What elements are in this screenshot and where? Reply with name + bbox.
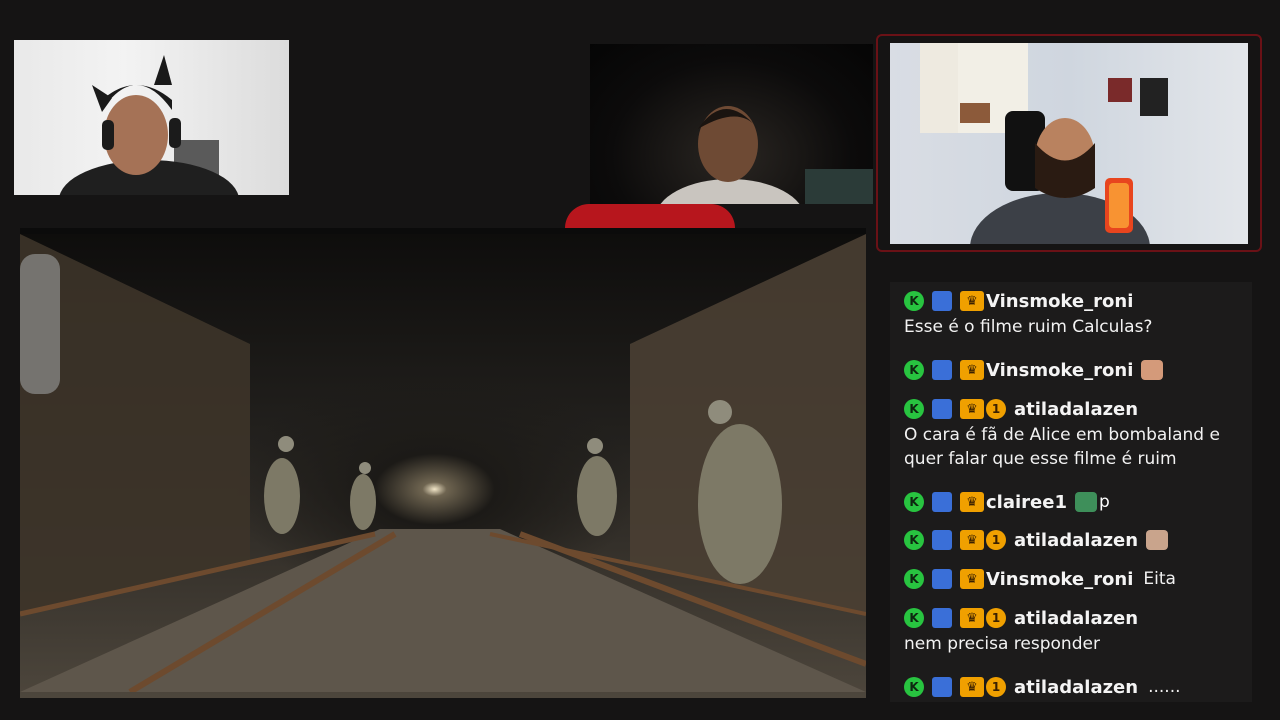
chat-username[interactable]: Vinsmoke_roni [986, 569, 1133, 590]
crown-badge-icon: ♛ [960, 677, 984, 697]
crown-badge-icon: ♛ [960, 569, 984, 589]
chat-text: ...... [1148, 677, 1181, 697]
chat-text: quer falar que esse filme é ruim [904, 449, 1177, 469]
tier-one-badge-icon: 1 [986, 399, 1006, 419]
chat-username[interactable]: atiladalazen [1014, 608, 1138, 629]
chat-text: nem precisa responder [904, 634, 1100, 654]
chat-panel: K ♛ Vinsmoke_roni Esse é o filme ruim Ca… [890, 282, 1252, 702]
crown-badge-icon: ♛ [960, 530, 984, 550]
chat-username[interactable]: Vinsmoke_roni [986, 291, 1133, 312]
tier-one-badge-icon: 1 [986, 677, 1006, 697]
kick-badge-icon: K [904, 360, 924, 380]
tier-one-badge-icon: 1 [986, 608, 1006, 628]
sub-badge-icon [932, 360, 952, 380]
kick-badge-icon: K [904, 492, 924, 512]
tunnel-scene [20, 234, 866, 695]
kick-badge-icon: K [904, 677, 924, 697]
crown-badge-icon: ♛ [960, 291, 984, 311]
chat-message: K ♛ Vinsmoke_roni Eita [904, 565, 1176, 593]
chat-text: Esse é o filme ruim Calculas? [904, 317, 1153, 337]
crown-badge-icon: ♛ [960, 399, 984, 419]
chat-message: K ♛ 1 atiladalazen [904, 526, 1169, 554]
chat-message: K ♛ 1 atiladalazen nem precisa responder [904, 604, 1138, 656]
sub-badge-icon [932, 399, 952, 419]
streamer-right-figure [920, 43, 1168, 244]
webcam-left [14, 40, 289, 195]
streamer-left-figure [59, 55, 239, 195]
kick-badge-icon: K [904, 530, 924, 550]
chat-text: p [1098, 492, 1110, 512]
chat-message: K ♛ 1 atiladalazen O cara é fã de Alice … [904, 395, 1220, 471]
crown-badge-icon: ♛ [960, 492, 984, 512]
kick-badge-icon: K [904, 569, 924, 589]
chat-username[interactable]: Vinsmoke_roni [986, 360, 1133, 381]
turtle-emote-icon [1074, 492, 1097, 512]
sub-badge-icon [932, 569, 952, 589]
main-video-player[interactable] [20, 228, 866, 698]
tier-one-badge-icon: 1 [986, 530, 1006, 550]
chat-username[interactable]: atiladalazen [1014, 530, 1138, 551]
chat-username[interactable]: atiladalazen [1014, 677, 1138, 698]
sub-badge-icon [932, 608, 952, 628]
webcam-center [590, 44, 873, 204]
kick-badge-icon: K [904, 399, 924, 419]
crown-badge-icon: ♛ [960, 608, 984, 628]
sub-badge-icon [932, 530, 952, 550]
face-emote-icon [1141, 360, 1164, 380]
chat-message: K ♛ Vinsmoke_roni [904, 356, 1164, 384]
chat-username[interactable]: clairee1 [986, 492, 1067, 513]
sub-badge-icon [932, 677, 952, 697]
chat-text: Eita [1143, 569, 1176, 589]
chat-message: K ♛ 1 atiladalazen ...... [904, 673, 1181, 701]
chat-message: K ♛ Vinsmoke_roni Esse é o filme ruim Ca… [904, 287, 1152, 339]
bald-emote-icon [1146, 530, 1169, 550]
chat-text: O cara é fã de Alice em bombaland e [904, 425, 1220, 445]
streamer-center-figure [660, 106, 873, 204]
kick-badge-icon: K [904, 291, 924, 311]
webcam-right [890, 43, 1248, 244]
chat-username[interactable]: atiladalazen [1014, 399, 1138, 420]
red-stage-accent [565, 204, 735, 228]
sub-badge-icon [932, 492, 952, 512]
kick-badge-icon: K [904, 608, 924, 628]
crown-badge-icon: ♛ [960, 360, 984, 380]
sub-badge-icon [932, 291, 952, 311]
chat-message: K ♛ clairee1 p [904, 488, 1110, 516]
